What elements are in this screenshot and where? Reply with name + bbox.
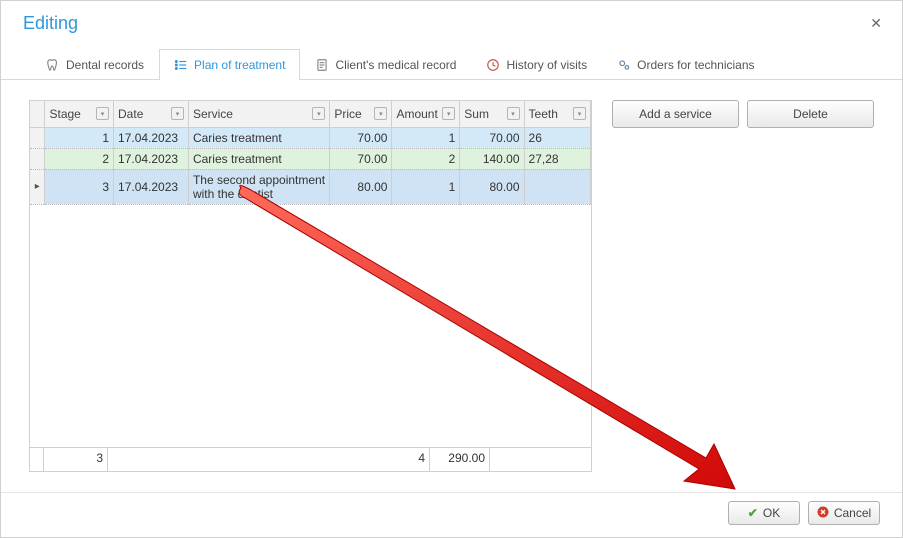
right-button-panel: Add a service Delete xyxy=(612,100,874,472)
content-area: Stage ▾ Date ▾ Service ▾ Price ▾ Amount ▾ Sum… xyxy=(1,80,902,492)
grid-scroll[interactable]: Stage ▾ Date ▾ Service ▾ Price ▾ Amount ▾ Sum… xyxy=(30,101,591,447)
ok-label: OK xyxy=(763,506,780,520)
filter-icon[interactable]: ▾ xyxy=(312,107,325,120)
filter-icon[interactable]: ▾ xyxy=(573,107,586,120)
row-indicator xyxy=(30,127,45,148)
footer-service xyxy=(178,448,310,471)
treatment-grid: Stage ▾ Date ▾ Service ▾ Price ▾ Amount ▾ Sum… xyxy=(30,101,591,205)
tab-label: History of visits xyxy=(506,58,587,72)
dialog-title: Editing xyxy=(23,13,78,34)
tab-dental-records[interactable]: Dental records xyxy=(31,49,159,80)
footer-date xyxy=(108,448,178,471)
cell-date[interactable]: 17.04.2023 xyxy=(114,169,189,204)
list-icon xyxy=(174,58,188,72)
col-label: Teeth xyxy=(529,107,558,121)
col-header-amount[interactable]: Amount ▾ xyxy=(392,101,460,127)
cell-service[interactable]: Caries treatment xyxy=(188,148,329,169)
history-icon xyxy=(486,58,500,72)
col-header-price[interactable]: Price ▾ xyxy=(330,101,392,127)
cell-price[interactable]: 70.00 xyxy=(330,127,392,148)
cell-amount[interactable]: 1 xyxy=(392,127,460,148)
col-label: Price xyxy=(334,107,361,121)
cell-teeth[interactable]: 27,28 xyxy=(524,148,590,169)
cell-service[interactable]: The second appointment with the dentist xyxy=(188,169,329,204)
filter-icon[interactable]: ▾ xyxy=(374,107,387,120)
col-header-stage[interactable]: Stage ▾ xyxy=(45,101,114,127)
check-icon: ✔ xyxy=(748,506,758,520)
tab-label: Plan of treatment xyxy=(194,58,285,72)
tab-label: Orders for technicians xyxy=(637,58,754,72)
editing-dialog: Editing ✕ Dental records Plan of treatme… xyxy=(0,0,903,538)
doc-icon xyxy=(315,58,329,72)
cell-stage[interactable]: 3 xyxy=(45,169,114,204)
filter-icon[interactable]: ▾ xyxy=(171,107,184,120)
table-row[interactable]: ▸317.04.2023The second appointment with … xyxy=(30,169,591,204)
footer-price xyxy=(310,448,368,471)
cell-price[interactable]: 80.00 xyxy=(330,169,392,204)
cell-service[interactable]: Caries treatment xyxy=(188,127,329,148)
delete-button[interactable]: Delete xyxy=(747,100,874,128)
tab-history-visits[interactable]: History of visits xyxy=(471,49,602,80)
tab-label: Dental records xyxy=(66,58,144,72)
footer-amount-total: 4 xyxy=(368,448,430,471)
footer-sum-total: 290.00 xyxy=(430,448,490,471)
cell-sum[interactable]: 80.00 xyxy=(460,169,524,204)
cell-stage[interactable]: 1 xyxy=(45,127,114,148)
table-row[interactable]: 217.04.2023Caries treatment70.002140.002… xyxy=(30,148,591,169)
grid-container: Stage ▾ Date ▾ Service ▾ Price ▾ Amount ▾ Sum… xyxy=(29,100,592,472)
col-header-date[interactable]: Date ▾ xyxy=(114,101,189,127)
gears-icon xyxy=(617,58,631,72)
col-label: Service xyxy=(193,107,233,121)
dialog-header: Editing ✕ xyxy=(1,1,902,42)
col-label: Date xyxy=(118,107,143,121)
grid-footer-totals: 3 4 290.00 xyxy=(30,447,591,471)
close-icon[interactable]: ✕ xyxy=(866,15,886,32)
col-header-teeth[interactable]: Teeth ▾ xyxy=(524,101,590,127)
tab-plan-of-treatment[interactable]: Plan of treatment xyxy=(159,49,300,80)
filter-icon[interactable]: ▾ xyxy=(442,107,455,120)
filter-icon[interactable]: ▾ xyxy=(96,107,109,120)
cancel-label: Cancel xyxy=(834,506,871,520)
cancel-button[interactable]: Cancel xyxy=(808,501,880,525)
tab-medical-record[interactable]: Client's medical record xyxy=(300,49,471,80)
cell-date[interactable]: 17.04.2023 xyxy=(114,148,189,169)
footer-teeth xyxy=(490,448,552,471)
cell-stage[interactable]: 2 xyxy=(45,148,114,169)
footer-stage-total: 3 xyxy=(44,448,108,471)
col-header-service[interactable]: Service ▾ xyxy=(188,101,329,127)
cell-teeth[interactable] xyxy=(524,169,590,204)
cell-sum[interactable]: 70.00 xyxy=(460,127,524,148)
row-indicator-header xyxy=(30,101,45,127)
cell-teeth[interactable]: 26 xyxy=(524,127,590,148)
footer-indicator xyxy=(30,448,44,471)
row-indicator xyxy=(30,148,45,169)
cell-price[interactable]: 70.00 xyxy=(330,148,392,169)
cancel-x-icon xyxy=(817,506,829,521)
filter-icon[interactable]: ▾ xyxy=(507,107,520,120)
dialog-footer: ✔ OK Cancel xyxy=(1,492,902,537)
col-label: Sum xyxy=(464,107,489,121)
col-header-sum[interactable]: Sum ▾ xyxy=(460,101,524,127)
row-indicator: ▸ xyxy=(30,169,45,204)
table-row[interactable]: 117.04.2023Caries treatment70.00170.0026 xyxy=(30,127,591,148)
tooth-icon xyxy=(46,58,60,72)
cell-amount[interactable]: 1 xyxy=(392,169,460,204)
cell-date[interactable]: 17.04.2023 xyxy=(114,127,189,148)
header-row: Stage ▾ Date ▾ Service ▾ Price ▾ Amount ▾ Sum… xyxy=(30,101,591,127)
tab-orders-technicians[interactable]: Orders for technicians xyxy=(602,49,769,80)
add-service-button[interactable]: Add a service xyxy=(612,100,739,128)
cell-amount[interactable]: 2 xyxy=(392,148,460,169)
tab-label: Client's medical record xyxy=(335,58,456,72)
col-label: Stage xyxy=(49,107,80,121)
ok-button[interactable]: ✔ OK xyxy=(728,501,800,525)
tab-bar: Dental records Plan of treatment Client'… xyxy=(1,42,902,80)
cell-sum[interactable]: 140.00 xyxy=(460,148,524,169)
col-label: Amount xyxy=(396,107,437,121)
